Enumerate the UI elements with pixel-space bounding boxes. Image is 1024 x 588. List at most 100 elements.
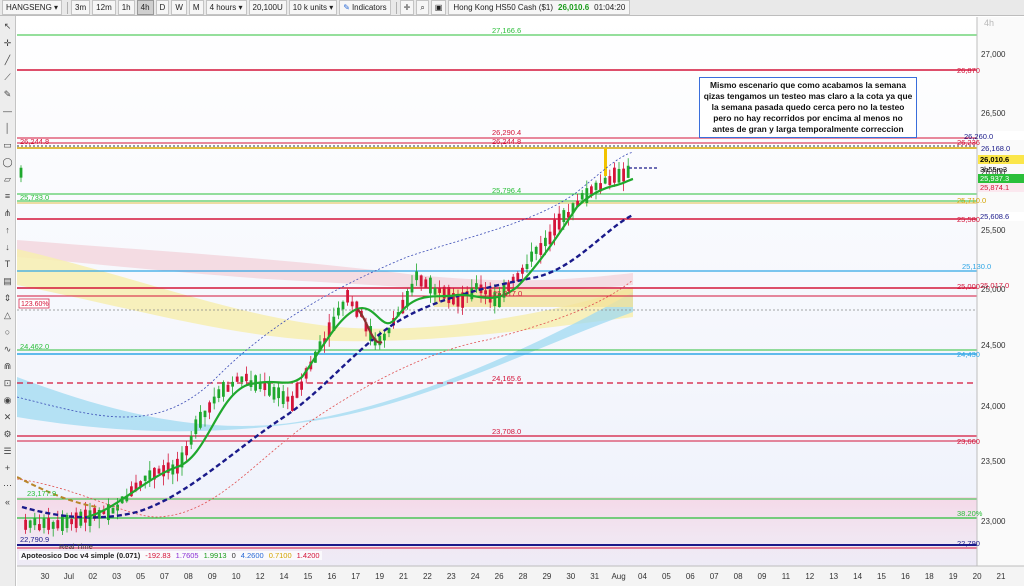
x-axis-label: 14 xyxy=(853,572,862,581)
x-axis-label: 16 xyxy=(327,572,336,581)
timeframe-4h[interactable]: 4h xyxy=(136,0,154,15)
candle-body xyxy=(56,520,60,529)
level-label-left-26244: 26,244.8 xyxy=(20,137,49,146)
trash-icon[interactable]: ✕ xyxy=(2,411,14,423)
x-axis-label: 19 xyxy=(949,572,958,581)
candle-body xyxy=(162,465,165,477)
crosshair-icon[interactable]: ✛ xyxy=(2,37,14,49)
x-axis-label: 20 xyxy=(973,572,982,581)
circle-icon[interactable]: ○ xyxy=(2,326,14,338)
level-label-25796: 25,796.4 xyxy=(492,186,521,195)
candle-body xyxy=(419,275,423,287)
timeframe-w[interactable]: W xyxy=(171,0,187,15)
x-axis-label: 07 xyxy=(160,572,169,581)
eye-icon[interactable]: ◉ xyxy=(2,394,14,406)
candle-body xyxy=(544,237,547,247)
indicator-value: 1.4200 xyxy=(296,551,320,560)
rectangle-icon[interactable]: ▭ xyxy=(2,139,14,151)
trendline-icon[interactable]: ╱ xyxy=(2,54,14,66)
x-axis-label: 21 xyxy=(997,572,1006,581)
indicator-value: 0.7100 xyxy=(268,551,292,560)
candle-body xyxy=(557,213,561,230)
indicator-value: -192.83 xyxy=(145,551,171,560)
candle-body xyxy=(291,395,294,411)
candle-body xyxy=(208,402,211,413)
vertical-line-icon[interactable]: │ xyxy=(2,122,14,134)
x-axis-label: 12 xyxy=(256,572,265,581)
text-icon[interactable]: T xyxy=(2,258,14,270)
x-axis-label: 18 xyxy=(925,572,934,581)
note-icon[interactable]: ▤ xyxy=(2,275,14,287)
layers-icon[interactable]: ☰ xyxy=(2,445,14,457)
candle-body xyxy=(438,287,441,293)
more-icon[interactable]: ⋯ xyxy=(2,479,14,491)
indicator-name: Apoteosico Doc v4 simple (0.071) xyxy=(21,551,141,560)
fib-label: 123.60% xyxy=(21,301,49,308)
collapse-icon[interactable]: « xyxy=(2,496,14,508)
timeframe-12m[interactable]: 12m xyxy=(92,0,116,15)
candle-body xyxy=(277,387,280,399)
pen-icon[interactable]: ✎ xyxy=(2,88,14,100)
zoom-button[interactable]: ⌕ xyxy=(416,0,429,15)
ellipse-icon[interactable]: ◯ xyxy=(2,156,14,168)
candle-body xyxy=(235,376,239,382)
arrow-down-icon[interactable]: ↓ xyxy=(2,241,14,253)
magnet-icon[interactable]: ⋒ xyxy=(2,360,14,372)
indicators-button[interactable]: ✎ Indicators xyxy=(339,0,391,15)
lock-icon[interactable]: ⊡ xyxy=(2,377,14,389)
timeframe-d[interactable]: D xyxy=(155,0,170,15)
chevron-down-icon: ▾ xyxy=(54,3,59,12)
candle-body xyxy=(539,243,543,255)
x-axis-label: 24 xyxy=(471,572,480,581)
x-axis-label: 21 xyxy=(399,572,408,581)
channel-icon[interactable]: ▱ xyxy=(2,173,14,185)
x-axis-label: 11 xyxy=(782,572,791,581)
add-icon[interactable]: + xyxy=(2,462,14,474)
level-label-23660: 23,660 xyxy=(957,437,980,446)
pitchfork-icon[interactable]: ⋔ xyxy=(2,207,14,219)
x-axis-label: 09 xyxy=(758,572,767,581)
timeframe-3m[interactable]: 3m xyxy=(71,0,91,15)
x-axis-label: 26 xyxy=(495,572,504,581)
level-label-25710: 25,710.0 xyxy=(957,196,986,205)
candle-body xyxy=(33,518,37,526)
indicator-legend[interactable]: Real Time Apoteosico Doc v4 simple (0.07… xyxy=(19,542,322,560)
arrow-up-icon[interactable]: ↑ xyxy=(2,224,14,236)
candle-body xyxy=(143,475,147,481)
indicator-value: 4.2600 xyxy=(240,551,264,560)
level-tag-25608: 25,608.6 xyxy=(980,212,1009,221)
timeframe-m[interactable]: M xyxy=(188,0,204,15)
wave-icon[interactable]: ∿ xyxy=(2,343,14,355)
crosshair-button[interactable]: ✛ xyxy=(399,0,415,15)
ray-icon[interactable]: ⟋ xyxy=(2,71,14,83)
cursor-icon[interactable]: ↖ xyxy=(2,20,14,32)
level-label-24430: 24,430 xyxy=(957,350,980,359)
instrument-info: Hong Kong HS50 Cash ($1) 26,010.6 01:04:… xyxy=(448,0,631,15)
zoom-icon: ⌕ xyxy=(420,3,425,12)
candle-body xyxy=(286,396,290,402)
horizontal-line-icon[interactable]: ― xyxy=(2,105,14,117)
level-label-25017-zone: 25,017.0 xyxy=(493,289,522,298)
instrument-time: 01:04:20 xyxy=(594,3,626,12)
x-axis: 30 Jul 02 03 05 07 08 09 10 12 14 15 16 17 19 21 22 23 24 2… xyxy=(17,565,1024,586)
level-label-26290: 26,290.4 xyxy=(492,128,521,137)
indicator-realtime-label: Real Time xyxy=(59,542,93,551)
y-label: 24,500 xyxy=(981,341,1006,350)
units-input[interactable]: 20,100U xyxy=(248,0,287,15)
screenshot-button[interactable]: ▣ xyxy=(430,0,447,15)
candle-body xyxy=(194,419,198,435)
settings-icon[interactable]: ⚙ xyxy=(2,428,14,440)
level-label-27166: 27,166.6 xyxy=(492,26,521,35)
measure-icon[interactable]: ⇕ xyxy=(2,292,14,304)
instrument-price: 26,010.6 xyxy=(558,3,590,12)
fibonacci-icon[interactable]: ≡ xyxy=(2,190,14,202)
period-selector[interactable]: 4 hours ▾ xyxy=(205,0,247,15)
timeframe-1h[interactable]: 1h xyxy=(117,0,135,15)
candle-body xyxy=(429,277,432,294)
candle-body xyxy=(424,279,428,288)
x-axis-label: 10 xyxy=(232,572,241,581)
size-selector[interactable]: 10 k units ▾ xyxy=(288,0,338,15)
chart-annotation-note[interactable]: Mismo escenario que como acabamos la sem… xyxy=(699,77,917,138)
symbol-selector[interactable]: HANGSENG ▾ xyxy=(2,0,63,15)
triangle-icon[interactable]: △ xyxy=(2,309,14,321)
